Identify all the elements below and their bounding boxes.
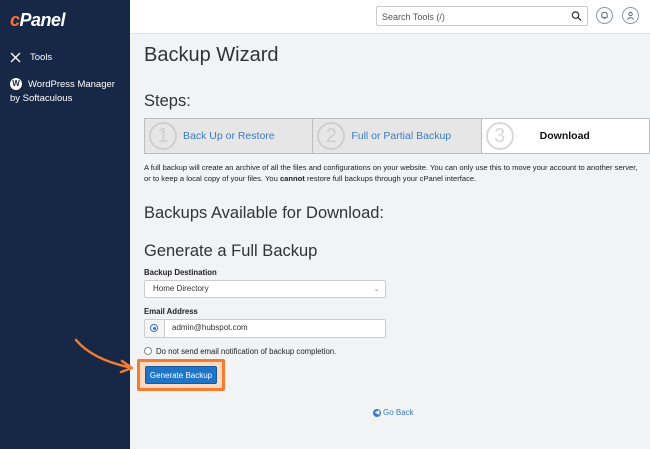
steps-bar: 1 Back Up or Restore 2 Full or Partial B… [144,118,650,154]
back-arrow-icon: ◀ [373,408,381,417]
sidebar-item-tools[interactable]: Tools [10,52,52,66]
step-label[interactable]: Back Up or Restore [183,130,275,142]
chevron-down-icon: ⌄ [373,284,380,293]
email-field-row: admin@hubspot.com [144,319,386,338]
destination-label: Backup Destination [144,268,217,277]
generate-backup-button[interactable]: Generate Backup [145,366,217,384]
sidebar-item-label: Tools [30,52,53,63]
main-content: Backup Wizard Steps: 1 Back Up or Restor… [130,34,650,449]
logo-text: Panel [19,10,66,30]
steps-heading: Steps: [144,92,191,110]
step-number: 3 [485,122,514,150]
user-menu-button[interactable] [622,7,639,24]
sidebar-item-wordpress[interactable]: W WordPress Manager by Softaculous [10,78,120,106]
top-bar [130,0,650,34]
email-radio-cell [145,320,165,337]
search-box [376,6,588,26]
step-label: Download [539,130,590,142]
step-back-up-or-restore[interactable]: 1 Back Up or Restore [145,119,314,153]
destination-select[interactable]: Home Directory ⌄ [144,280,386,298]
sidebar-item-label: WordPress Manager by Softaculous [10,79,115,104]
no-notify-radio[interactable] [144,347,152,355]
backups-available-heading: Backups Available for Download: [144,204,385,222]
wordpress-icon: W [10,78,22,91]
bell-icon [601,11,608,20]
sidebar: cPanel Tools W WordPress Manager by Softa… [0,0,130,449]
step-number: 2 [317,122,346,150]
no-notify-label: Do not send email notification of backup… [156,347,337,356]
cpanel-logo[interactable]: cPanel [10,10,66,31]
go-back-link[interactable]: ◀ Go Back [373,408,414,417]
tools-icon [10,52,24,66]
destination-value: Home Directory [153,284,209,293]
notifications-button[interactable] [596,7,613,24]
step-download: 3 Download [481,119,649,153]
logo-c: c [10,10,20,30]
page-title: Backup Wizard [144,44,279,66]
step-number: 1 [149,122,177,150]
step-full-or-partial-backup[interactable]: 2 Full or Partial Backup [313,119,482,153]
search-input[interactable] [377,8,557,26]
email-field[interactable]: admin@hubspot.com [172,323,248,332]
user-icon [626,11,635,20]
go-back-label: Go Back [383,408,414,417]
description-text-end: restore full backups through your cPanel… [304,174,477,183]
step-label[interactable]: Full or Partial Backup [351,130,451,142]
email-label: Email Address [144,307,198,316]
generate-backup-heading: Generate a Full Backup [144,242,318,260]
search-icon[interactable] [571,10,582,22]
annotation-arrow-icon [74,338,134,374]
description-emphasis: cannot [279,174,305,183]
generate-button-highlight: Generate Backup [137,359,225,391]
email-notify-radio[interactable] [150,324,158,332]
backup-description: A full backup will create an archive of … [144,162,646,184]
